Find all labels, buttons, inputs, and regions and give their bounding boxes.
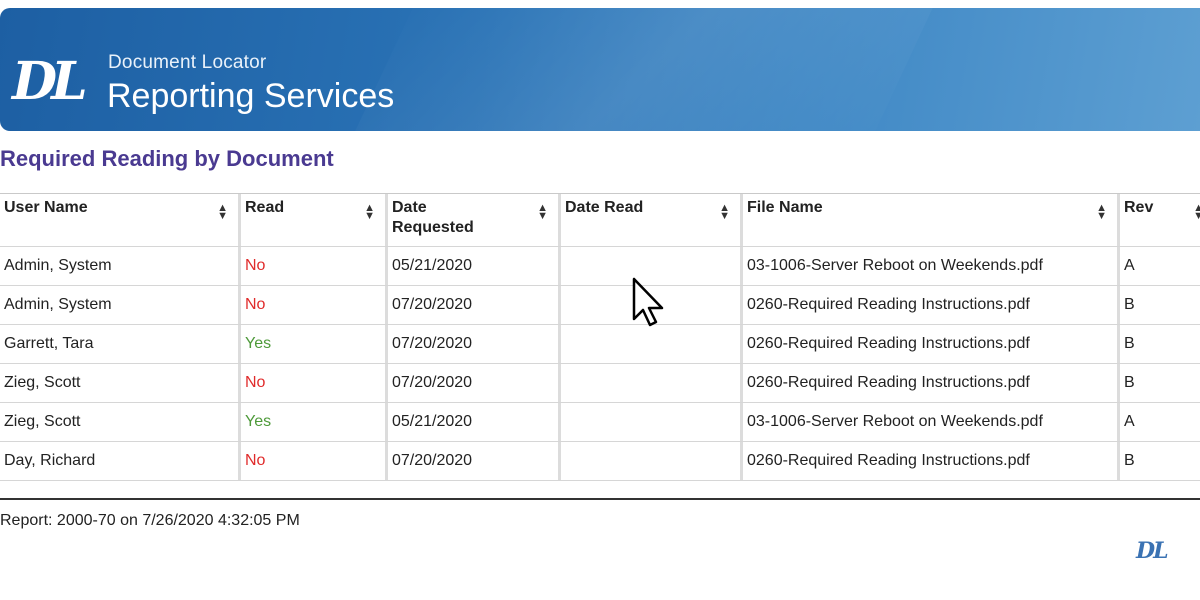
header-banner: DL Document Locator Reporting Services xyxy=(0,8,1200,131)
column-header-read[interactable]: Read ▲ ▼ xyxy=(241,194,388,246)
cell-rev: A xyxy=(1124,413,1135,430)
table-row: Garrett, Tara Yes 07/20/2020 0260-Requir… xyxy=(0,325,1200,364)
cell-date-read xyxy=(561,403,743,441)
cell-date-requested: 05/21/2020 xyxy=(388,247,561,285)
table-row: Zieg, Scott Yes 05/21/2020 03-1006-Serve… xyxy=(0,403,1200,442)
cell-date-read xyxy=(561,442,743,480)
cell-read: No xyxy=(241,286,388,324)
table-header-row: User Name ▲ ▼ Read ▲ ▼ Date Requested ▲ ▼ D… xyxy=(0,194,1200,247)
column-header-label: Read xyxy=(245,199,285,216)
sort-icon[interactable]: ▲ ▼ xyxy=(1193,203,1200,222)
cell-date-read xyxy=(561,325,743,363)
cell-read: Yes xyxy=(241,403,388,441)
column-header-label: File Name xyxy=(747,199,823,216)
cell-read: No xyxy=(241,247,388,285)
brand-title: Reporting Services xyxy=(107,77,395,115)
table-row: Admin, System No 07/20/2020 0260-Require… xyxy=(0,286,1200,325)
cell-file-name[interactable]: 0260-Required Reading Instructions.pdf xyxy=(743,442,1120,480)
cell-user-name: Admin, System xyxy=(0,286,241,324)
cell-file-name[interactable]: 0260-Required Reading Instructions.pdf xyxy=(743,364,1120,402)
cell-user-name: Zieg, Scott xyxy=(0,403,241,441)
cell-user-name: Garrett, Tara xyxy=(0,325,241,363)
sort-icon[interactable]: ▲ ▼ xyxy=(1096,203,1107,222)
cell-user-name: Admin, System xyxy=(0,247,241,285)
cell-rev: B xyxy=(1124,374,1135,391)
cell-rev: B xyxy=(1124,335,1135,352)
cell-read: Yes xyxy=(241,325,388,363)
column-header-label: User Name xyxy=(4,199,88,216)
sort-icon[interactable]: ▲ ▼ xyxy=(719,203,730,222)
dl-logo: DL xyxy=(12,51,88,112)
column-header-date-requested[interactable]: Date Requested ▲ ▼ xyxy=(388,194,561,246)
cell-date-requested: 07/20/2020 xyxy=(388,364,561,402)
cell-rev: B xyxy=(1124,452,1135,469)
cell-read: No xyxy=(241,364,388,402)
dl-logo-small: DL xyxy=(1136,538,1169,564)
mouse-cursor-icon xyxy=(632,277,664,327)
table-row: Zieg, Scott No 07/20/2020 0260-Required … xyxy=(0,364,1200,403)
column-header-user-name[interactable]: User Name ▲ ▼ xyxy=(0,194,241,246)
cell-date-requested: 07/20/2020 xyxy=(388,286,561,324)
cell-file-name[interactable]: 0260-Required Reading Instructions.pdf xyxy=(743,286,1120,324)
column-header-label: Date Requested xyxy=(392,199,474,236)
cell-rev: B xyxy=(1124,296,1135,313)
cell-date-read xyxy=(561,364,743,402)
cell-user-name: Day, Richard xyxy=(0,442,241,480)
footer-divider xyxy=(0,498,1200,500)
cell-file-name[interactable]: 03-1006-Server Reboot on Weekends.pdf xyxy=(743,247,1120,285)
column-header-file-name[interactable]: File Name ▲ ▼ xyxy=(743,194,1120,246)
report-footer-info: Report: 2000-70 on 7/26/2020 4:32:05 PM xyxy=(0,512,300,529)
column-header-label: Date Read xyxy=(565,199,644,216)
sort-icon[interactable]: ▲ ▼ xyxy=(537,203,548,222)
column-header-rev[interactable]: Rev ▲ ▼ xyxy=(1120,194,1200,246)
table-row: Day, Richard No 07/20/2020 0260-Required… xyxy=(0,442,1200,481)
cell-file-name[interactable]: 03-1006-Server Reboot on Weekends.pdf xyxy=(743,403,1120,441)
sort-icon[interactable]: ▲ ▼ xyxy=(217,203,228,222)
cell-rev: A xyxy=(1124,257,1135,274)
cell-read: No xyxy=(241,442,388,480)
report-table: User Name ▲ ▼ Read ▲ ▼ Date Requested ▲ ▼ D… xyxy=(0,193,1200,481)
cell-date-requested: 07/20/2020 xyxy=(388,442,561,480)
cell-user-name: Zieg, Scott xyxy=(0,364,241,402)
report-title: Required Reading by Document xyxy=(0,146,334,171)
brand-subtitle: Document Locator xyxy=(108,52,267,73)
banner-sheen xyxy=(328,8,952,131)
column-header-date-read[interactable]: Date Read ▲ ▼ xyxy=(561,194,743,246)
table-row: Admin, System No 05/21/2020 03-1006-Serv… xyxy=(0,247,1200,286)
cell-date-requested: 05/21/2020 xyxy=(388,403,561,441)
sort-icon[interactable]: ▲ ▼ xyxy=(364,203,375,222)
cell-file-name[interactable]: 0260-Required Reading Instructions.pdf xyxy=(743,325,1120,363)
column-header-label: Rev xyxy=(1124,199,1154,216)
cell-date-requested: 07/20/2020 xyxy=(388,325,561,363)
